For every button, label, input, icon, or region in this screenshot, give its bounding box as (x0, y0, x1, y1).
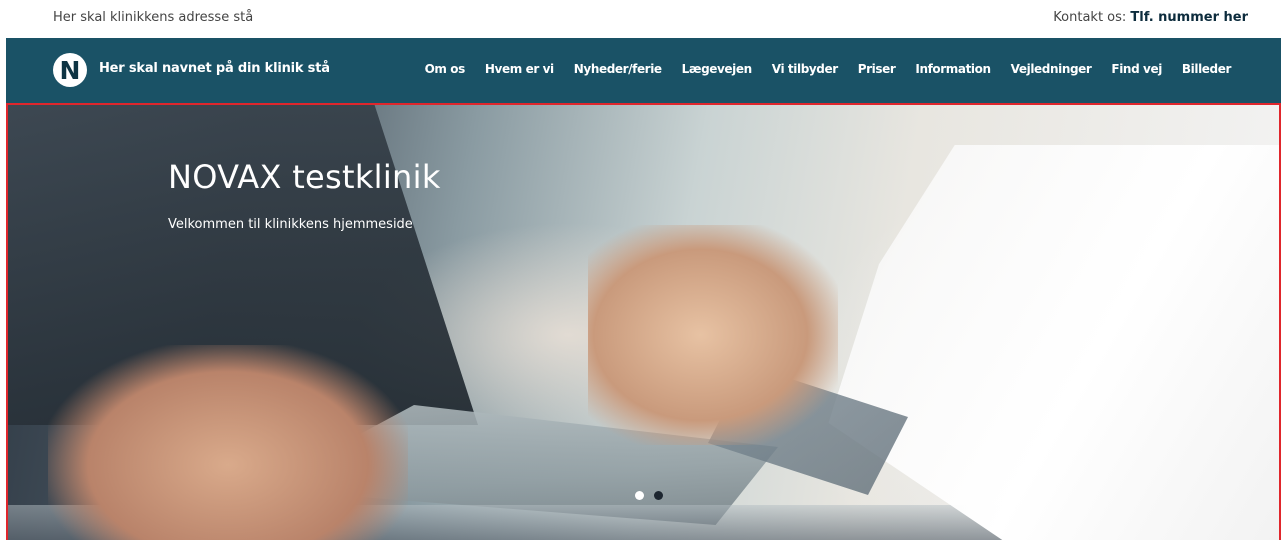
contact-phone[interactable]: Tlf. nummer her (1130, 10, 1248, 25)
clinic-address: Her skal klinikkens adresse stå (53, 10, 254, 25)
nav-item-billeder[interactable]: Billeder (1172, 62, 1241, 76)
nav-menu: Om os Hvem er vi Nyheder/ferie Lægevejen… (415, 62, 1241, 76)
hero-image-clasped-hands (48, 345, 408, 540)
clinic-name[interactable]: Her skal navnet på din klinik stå (99, 61, 330, 76)
logo-letter: N (59, 55, 81, 85)
nav-item-om-os[interactable]: Om os (415, 62, 475, 76)
nav-item-find-vej[interactable]: Find vej (1101, 62, 1172, 76)
nav-item-nyheder-ferie[interactable]: Nyheder/ferie (564, 62, 672, 76)
slide-dot-2[interactable] (654, 491, 663, 500)
hero-slider: NOVAX testklinik Velkommen til klinikken… (6, 103, 1281, 540)
nav-item-priser[interactable]: Priser (848, 62, 906, 76)
hero-image-pointing-hand (588, 225, 838, 445)
hero-title: NOVAX testklinik (168, 158, 441, 196)
contact-info: Kontakt os: Tlf. nummer her (1053, 10, 1248, 25)
hero-subtitle: Velkommen til klinikkens hjemmeside (168, 217, 413, 232)
nav-item-hvem-er-vi[interactable]: Hvem er vi (475, 62, 564, 76)
nav-item-laegevejen[interactable]: Lægevejen (672, 62, 762, 76)
slider-dots (635, 491, 663, 500)
top-info-bar: Her skal klinikkens adresse stå Kontakt … (0, 0, 1282, 38)
nav-item-vejledninger[interactable]: Vejledninger (1001, 62, 1102, 76)
contact-label: Kontakt os: (1053, 10, 1131, 25)
clinic-logo[interactable]: N (53, 53, 87, 87)
nav-item-information[interactable]: Information (905, 62, 1000, 76)
nav-item-vi-tilbyder[interactable]: Vi tilbyder (762, 62, 848, 76)
main-navbar: N Her skal navnet på din klinik stå Om o… (6, 38, 1281, 103)
slide-dot-1[interactable] (635, 491, 644, 500)
